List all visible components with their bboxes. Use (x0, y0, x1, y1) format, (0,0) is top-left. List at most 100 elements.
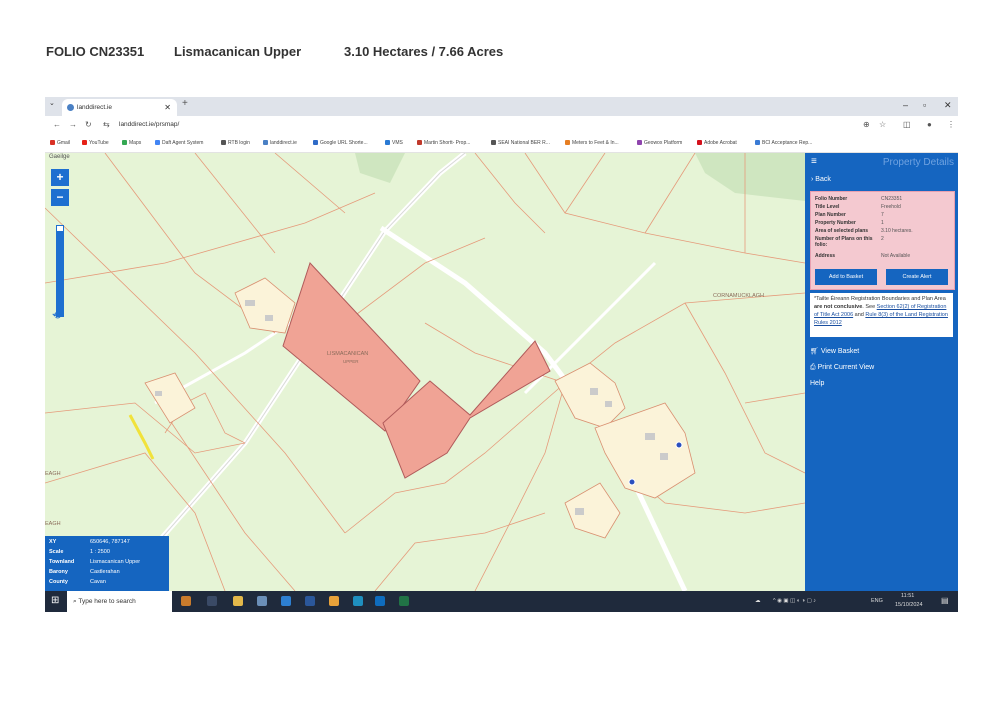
taskbar-app-icon[interactable] (257, 596, 267, 606)
zoom-slider[interactable] (56, 225, 64, 317)
windows-start-icon[interactable]: ⊞ (51, 595, 59, 606)
reset-map-icon[interactable]: ⟲ (52, 309, 61, 322)
bookmark-vms[interactable]: VMS (385, 140, 403, 146)
detail-area: Area of selected plans 3.10 hectares. (815, 228, 913, 234)
county-row: County Cavan (49, 579, 106, 585)
landdirect-favicon-icon (67, 104, 74, 111)
townland-heading: Lismacanican Upper (174, 44, 302, 59)
clock-date[interactable]: 15/10/2024 (895, 602, 923, 608)
profile-icon[interactable]: ● (927, 120, 932, 129)
add-to-basket-button[interactable]: Add to Basket (815, 269, 877, 285)
close-window-button[interactable]: ✕ (944, 100, 952, 111)
martin-shortt-icon (417, 140, 422, 145)
adobe-acrobat-icon (697, 140, 702, 145)
bookmark-meters-to-feet[interactable]: Meters to Feet & In... (565, 140, 619, 146)
xy-row: XY 650646, 787147 (49, 539, 130, 545)
language-indicator[interactable]: ENG (871, 598, 883, 604)
townland-row: Townland Lismacanican Upper (49, 559, 141, 565)
minimize-button[interactable]: – (903, 100, 908, 110)
forward-arrow-icon[interactable]: → (69, 120, 77, 129)
parcel-sublabel: UPPER (343, 359, 359, 364)
barony-row: Barony Castlerahan (49, 569, 120, 575)
url-field[interactable]: landdirect.ie/prsmap/ (119, 121, 179, 128)
bookmark-geowox[interactable]: Geowox Platform (637, 140, 682, 146)
gmail-icon (50, 140, 55, 145)
parcel-label: LISMACANICAN (327, 351, 369, 357)
townland-label-left: EAGH (45, 471, 61, 477)
taskbar-app-icon[interactable] (181, 596, 191, 606)
townland-label-left-2: EAGH (45, 521, 61, 527)
windows-taskbar: ⊞ ⌕ Type here to search ☁ ^ ◉ ▣ ◫ ◐ ◑ ▢ … (45, 591, 958, 612)
taskbar-app-icon[interactable] (353, 596, 363, 606)
chrome-icon[interactable] (329, 596, 339, 606)
extensions-icon[interactable]: ◫ (903, 120, 911, 129)
property-details-sidebar: ≡ Property Details › Back Folio Number CN… (805, 153, 958, 591)
bookmark-adobe-acrobat[interactable]: Adobe Acrobat (697, 140, 737, 146)
detail-folio-number: Folio Number CN23351 (815, 196, 903, 202)
bookmark-youtube[interactable]: YouTube (82, 140, 109, 146)
zoom-in-button[interactable]: + (51, 169, 69, 186)
registration-disclaimer: *Tailte Éireann Registration Boundaries … (810, 293, 953, 337)
address-bar: ← → ↻ ⇆ landdirect.ie/prsmap/ ⊕ ☆ ◫ ● ⋮ (45, 116, 958, 135)
language-toggle[interactable]: Gaeilge (49, 154, 70, 160)
bookmark-gmail[interactable]: Gmail (50, 140, 70, 146)
bookmark-landdirect[interactable]: landdirect.ie (263, 140, 297, 146)
bookmark-seai[interactable]: SEAI National BER R... (491, 140, 550, 146)
bookmark-star-icon[interactable]: ☆ (879, 120, 886, 129)
printer-icon: ⎙ (810, 364, 816, 371)
outlook-icon[interactable] (375, 596, 385, 606)
hamburger-menu-icon[interactable]: ≡ (811, 156, 817, 167)
task-view-icon[interactable] (207, 596, 217, 606)
view-basket-link[interactable]: 🛒︎ View Basket (810, 347, 859, 355)
zoom-icon[interactable]: ⊕ (863, 120, 870, 129)
tab-search-icon[interactable]: ⌄ (49, 99, 55, 107)
back-arrow-icon[interactable]: ← (53, 120, 61, 129)
print-view-link[interactable]: ⎙ Print Current View (810, 364, 874, 372)
create-alert-button[interactable]: Create Alert (886, 269, 948, 285)
reload-icon[interactable]: ↻ (85, 120, 92, 129)
area-heading: 3.10 Hectares / 7.66 Acres (344, 44, 504, 59)
clock-time[interactable]: 11:51 (901, 593, 914, 599)
tab-close-icon[interactable]: ✕ (164, 99, 171, 116)
back-link[interactable]: › Back (811, 176, 831, 183)
bookmark-url-shortener[interactable]: Google URL Shorte... (313, 140, 368, 146)
detail-address: Address Not Available (815, 253, 911, 259)
file-explorer-icon[interactable] (233, 596, 243, 606)
edge-icon[interactable] (281, 596, 291, 606)
map-info-panel: XY 650646, 787147 Scale 1 : 2500 Townland L… (45, 536, 169, 591)
map-marker[interactable] (675, 441, 683, 449)
tab-landdirect[interactable]: landdirect.ie ✕ (62, 99, 177, 116)
townland-label-cornamucklagh: CORNAMUCKLAGH (713, 293, 765, 299)
site-settings-icon[interactable]: ⇆ (103, 120, 110, 129)
bookmark-martin-shortt[interactable]: Martin Shortt- Prop... (417, 140, 470, 146)
bookmark-maps[interactable]: Maps (122, 140, 141, 146)
basket-icon: 🛒︎ (810, 348, 819, 355)
rtb-icon (221, 140, 226, 145)
map-marker[interactable] (628, 478, 636, 486)
help-link[interactable]: Help (810, 380, 824, 387)
zoom-out-button[interactable]: − (51, 189, 69, 206)
zoom-slider-fill (57, 230, 63, 316)
youtube-icon (82, 140, 87, 145)
bookmark-bci[interactable]: BCI Acceptance Rep... (755, 140, 812, 146)
map-canvas[interactable] (45, 153, 805, 591)
browser-menu-icon[interactable]: ⋮ (947, 120, 955, 129)
system-tray-icons[interactable]: ^ ◉ ▣ ◫ ◐ ◑ ▢ ♪ (773, 598, 816, 604)
maps-icon (122, 140, 127, 145)
restore-button[interactable]: ▫ (923, 100, 926, 110)
map-view[interactable]: Gaeilge + − ⟲ LISMACANICAN UPPER CORNAMU… (45, 153, 805, 591)
new-tab-button[interactable]: + (182, 98, 188, 109)
tab-bar: ⌄ landdirect.ie ✕ + – ▫ ✕ (45, 97, 958, 116)
landdirect-icon (263, 140, 268, 145)
weather-icon[interactable]: ☁ (755, 598, 761, 604)
bci-icon (755, 140, 760, 145)
seai-icon (491, 140, 496, 145)
notifications-icon[interactable]: ▤ (941, 596, 949, 605)
excel-icon[interactable] (399, 596, 409, 606)
bookmark-rtb[interactable]: RTB login (221, 140, 250, 146)
taskbar-search-box[interactable]: ⌕ Type here to search (67, 591, 172, 612)
bookmark-daft[interactable]: Daft Agent System (155, 140, 203, 146)
word-icon[interactable] (305, 596, 315, 606)
meters-feet-icon (565, 140, 570, 145)
folio-number-heading: FOLIO CN23351 (46, 44, 145, 59)
